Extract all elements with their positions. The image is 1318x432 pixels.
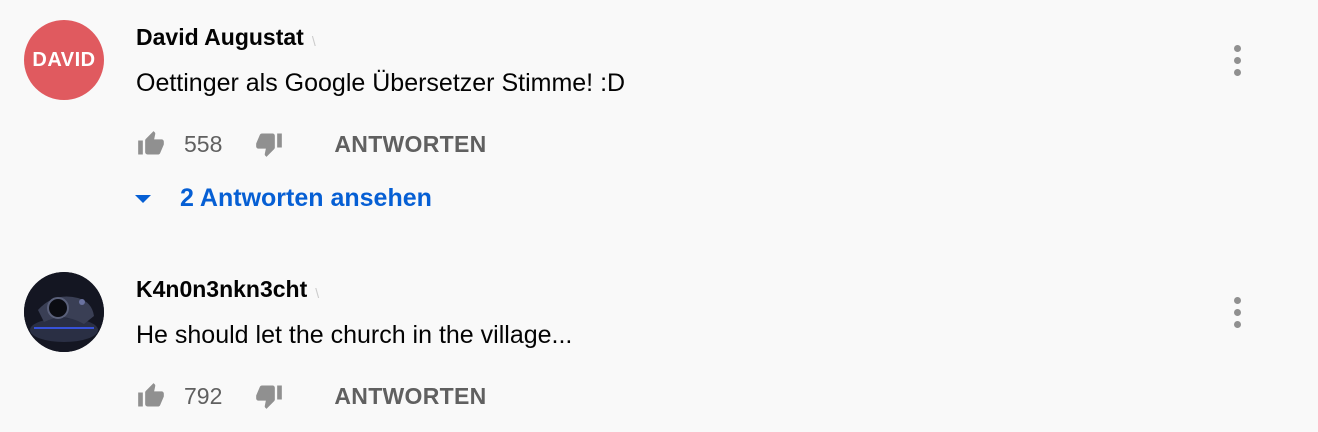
like-count: 792 [184,382,223,409]
kebab-dot-icon [1233,56,1241,64]
comment-author[interactable]: David Augustat [136,24,304,51]
author-row: David Augustat \ [136,24,316,51]
reply-button[interactable]: ANTWORTEN [334,131,486,158]
comment-author[interactable]: K4n0n3nkn3cht [136,276,307,303]
like-button[interactable] [136,130,166,158]
avatar-image-icon [24,272,104,352]
avatar[interactable] [24,272,104,352]
more-options-button[interactable] [1222,292,1252,332]
comment-actions: 792 ANTWORTEN [136,378,487,414]
more-options-button[interactable] [1222,40,1252,80]
separator-icon: \ [311,32,316,49]
caret-down-icon [135,194,151,203]
thumbs-up-icon [138,383,164,407]
view-replies-button[interactable]: 2 Antworten ansehen [134,184,432,213]
comment-item: DAVID David Augustat \ Oettinger als Goo… [0,0,1318,240]
author-row: K4n0n3nkn3cht \ [136,276,319,303]
thumbs-down-icon [256,133,283,157]
like-button[interactable] [136,382,166,410]
thumbs-up-icon [138,131,164,155]
like-count: 558 [184,130,223,157]
kebab-dot-icon [1233,296,1241,304]
separator-icon: \ [315,284,320,301]
kebab-dot-icon [1233,320,1241,328]
kebab-dot-icon [1233,308,1241,316]
dislike-button[interactable] [254,382,284,410]
view-replies-label: 2 Antworten ansehen [180,184,432,212]
comment-actions: 558 ANTWORTEN [136,126,487,162]
dislike-button[interactable] [254,130,284,158]
comment-item: K4n0n3nkn3cht \ He should let the church… [0,240,1318,432]
comment-text: He should let the church in the village.… [136,321,573,349]
reply-button[interactable]: ANTWORTEN [334,383,486,410]
avatar-label: DAVID [32,48,96,71]
kebab-dot-icon [1233,68,1241,76]
comment-text: Oettinger als Google Übersetzer Stimme! … [136,69,626,97]
avatar[interactable]: DAVID [24,20,104,100]
thumbs-down-icon [256,385,283,409]
kebab-dot-icon [1233,44,1241,52]
